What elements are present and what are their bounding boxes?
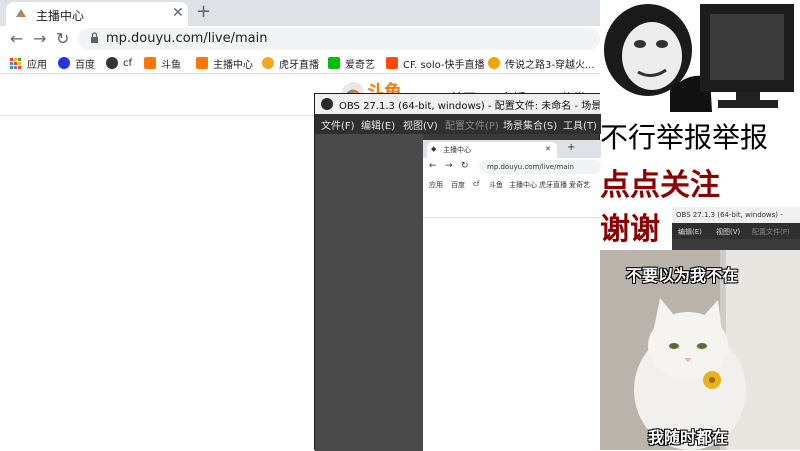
menu-edit[interactable]: 编辑(E)	[361, 117, 395, 132]
forward-icon[interactable]: →	[33, 29, 46, 48]
panda-meme-image	[600, 0, 800, 112]
cat-caption-top: 不要以为我不在	[626, 266, 739, 285]
bookmark-huya[interactable]: 虎牙直播	[262, 55, 319, 71]
bookmark-label: 百度	[75, 59, 95, 71]
cat-meme-sticker: 不要以为我不在 我随时都在	[600, 250, 800, 450]
cat-caption-bottom: 我随时都在	[648, 428, 729, 447]
bookmark-baidu[interactable]: 百度	[58, 55, 95, 71]
bookmark-label: 应用	[27, 59, 47, 71]
huya-icon	[262, 57, 274, 69]
new-tab-icon[interactable]: +	[196, 1, 211, 22]
bookmark-label: 主播中心	[213, 59, 253, 71]
douyu-favicon-icon	[16, 9, 26, 17]
back-icon[interactable]: ←	[10, 29, 23, 48]
obs-logo-icon	[321, 98, 333, 110]
douyu-icon	[196, 57, 208, 69]
preview-tab-title: 主播中心	[443, 146, 471, 154]
obs-title: OBS 27.1.3 (64-bit, windows) - 配置文件: 未命名…	[339, 101, 638, 112]
preview-bookmark: 百度	[451, 181, 465, 189]
preview-toolbar: ← → ↻ mp.douyu.com/live/main	[423, 158, 601, 176]
preview-bookmark: 虎牙直播	[539, 181, 567, 189]
preview-address-bar: mp.douyu.com/live/main	[479, 160, 601, 174]
bookmark-label: 爱奇艺	[345, 59, 375, 71]
cf-icon	[106, 57, 118, 69]
panda-meme-sticker	[600, 0, 800, 112]
overlay-line-report: 不行举报举报	[600, 121, 769, 154]
bookmark-label: 虎牙直播	[279, 59, 319, 71]
menu-tools[interactable]: 工具(T)	[563, 117, 597, 132]
bookmark-iqiyi[interactable]: 爱奇艺	[328, 55, 375, 71]
bookmark-apps[interactable]: 应用	[10, 55, 47, 71]
obs-window: OBS 27.1.3 (64-bit, windows) - 配置文件: 未命名…	[314, 93, 638, 451]
kuaishou-icon	[386, 57, 398, 69]
menu-profile[interactable]: 配置文件(P)	[445, 117, 499, 132]
preview-reload-icon: ↻	[461, 161, 469, 171]
menu-view[interactable]: 视图(V)	[403, 117, 438, 132]
nested-menu-item: 配置文件(P)	[752, 228, 790, 236]
iqiyi-icon	[328, 57, 340, 69]
preview-bookmark: 爱奇艺	[569, 181, 590, 189]
preview-bookmark: 主播中心	[509, 181, 537, 189]
nested-menu-item: 编辑(E)	[678, 228, 702, 236]
douyu-icon	[144, 57, 156, 69]
reload-icon[interactable]: ↻	[56, 29, 69, 48]
bookmark-anchor-center[interactable]: 主播中心	[196, 55, 253, 71]
bookmark-cf[interactable]: cf	[106, 55, 132, 71]
preview-tab: ◆ 主播中心 ✕	[427, 142, 557, 158]
baidu-icon	[58, 57, 70, 69]
bookmark-label: 斗鱼	[161, 59, 181, 71]
overlay-line-thanks: 谢谢	[600, 212, 660, 247]
preview-new-tab-icon: +	[567, 142, 576, 153]
preview-bookmark: cf	[473, 180, 480, 188]
game-icon	[488, 57, 500, 69]
obs-menu-bar: 文件(F) 编辑(E) 视图(V) 配置文件(P) 场景集合(S) 工具(T)	[315, 114, 601, 134]
preview-bookmarks: 应用 百度 cf 斗鱼 主播中心 虎牙直播 爱奇艺	[423, 176, 601, 192]
preview-tab-bar: ◆ 主播中心 ✕ +	[423, 140, 601, 158]
bookmark-legend-road[interactable]: 传说之路3-穿越火...	[488, 55, 595, 71]
lock-icon	[91, 32, 98, 43]
apps-grid-icon	[10, 57, 21, 69]
browser-tab-bar: 主播中心 ✕ +	[0, 0, 600, 26]
url-text: mp.douyu.com/live/main	[106, 31, 268, 46]
browser-toolbar: ← → ↻ mp.douyu.com/live/main	[0, 26, 600, 52]
obs-preview[interactable]: ◆ 主播中心 ✕ + ← → ↻ mp.douyu.com/live/main …	[423, 140, 601, 451]
bookmark-label: 传说之路3-穿越火...	[505, 59, 595, 71]
nested-obs-title: OBS 27.1.3 (64-bit, windows) -	[676, 211, 783, 219]
preview-site-header	[423, 192, 601, 218]
preview-close-icon: ✕	[545, 145, 551, 153]
bookmark-douyu[interactable]: 斗鱼	[144, 55, 181, 71]
preview-bookmark: 应用	[429, 181, 443, 189]
nested-obs-title-bar: OBS 27.1.3 (64-bit, windows) -	[672, 207, 800, 223]
menu-file[interactable]: 文件(F)	[321, 117, 355, 132]
douyu-favicon-icon: ◆	[431, 145, 437, 153]
preview-bookmark: 斗鱼	[489, 181, 503, 189]
nested-obs-menu: 编辑(E) 视图(V) 配置文件(P)	[672, 223, 800, 239]
preview-back-icon: ←	[429, 161, 437, 171]
browser-tab[interactable]: 主播中心 ✕	[6, 2, 188, 26]
preview-url: mp.douyu.com/live/main	[487, 163, 574, 171]
obs-side-panel	[315, 134, 423, 451]
overlay-line-follow: 点点关注	[600, 168, 720, 203]
tab-title: 主播中心	[36, 9, 85, 23]
nested-menu-item: 视图(V)	[716, 228, 741, 236]
bookmark-kuaishou[interactable]: CF. solo-快手直播	[386, 55, 485, 71]
close-tab-icon[interactable]: ✕	[172, 5, 184, 21]
preview-forward-icon: →	[445, 161, 453, 171]
obs-title-bar[interactable]: OBS 27.1.3 (64-bit, windows) - 配置文件: 未命名…	[315, 94, 638, 114]
bookmarks-bar: 应用 百度 cf 斗鱼 主播中心 虎牙直播 爱奇艺 CF. solo-快手直播 …	[0, 52, 600, 74]
bookmark-label: cf	[123, 57, 133, 69]
bookmark-label: CF. solo-快手直播	[403, 59, 485, 71]
menu-scene-collection[interactable]: 场景集合(S)	[503, 117, 557, 132]
address-bar[interactable]: mp.douyu.com/live/main	[78, 28, 600, 50]
